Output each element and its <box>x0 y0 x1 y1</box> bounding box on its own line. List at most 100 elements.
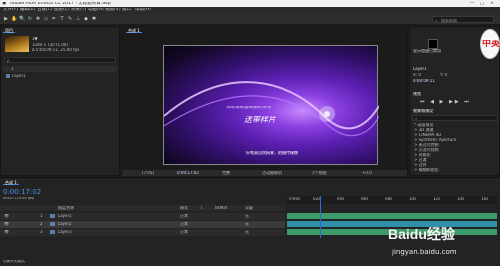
tab-project[interactable]: 项目 <box>3 27 15 33</box>
layer-parent[interactable]: 无 <box>245 214 249 218</box>
ruler-tick: 08s <box>385 197 393 201</box>
help-search-placeholder: 搜索帮助 <box>441 18 457 23</box>
viewer-timecode[interactable]: 0:00:17:02 <box>177 171 199 175</box>
tab-composition[interactable]: 合成 1 <box>126 27 142 33</box>
rotate-tool-icon[interactable]: ↻ <box>27 16 33 22</box>
table-row[interactable]: 👁 2 Layer2 正常 无 <box>0 221 285 228</box>
close-button[interactable]: ✕ <box>490 2 494 7</box>
effects-item[interactable]: > 3D 通道 <box>414 128 434 132</box>
pan-tool-icon[interactable]: ✥ <box>35 16 41 22</box>
col-mode: 模式 <box>180 206 188 210</box>
info-x: X: 0 <box>413 73 421 77</box>
visibility-icon[interactable]: 👁 <box>4 230 9 234</box>
shape-tool-icon[interactable]: ▭ <box>43 16 49 22</box>
zoom-level[interactable]: (75%) <box>142 171 154 175</box>
layer-mode[interactable]: 正常 <box>180 230 188 234</box>
exposure-value[interactable]: +0.0 <box>362 171 372 175</box>
overlay-line-2: 送审样片 <box>244 116 276 124</box>
help-search-field[interactable]: ⌕ 搜索帮助 <box>432 16 494 23</box>
effects-presets-header[interactable]: 效果和预设 <box>413 109 433 113</box>
project-thumbnail <box>5 36 29 52</box>
menu-window[interactable]: 窗口 <box>122 8 131 13</box>
views-select[interactable]: 1个视图 <box>312 171 327 175</box>
menu-anim[interactable]: 动画(A) <box>88 8 104 13</box>
menu-effect[interactable]: 效果(T) <box>71 8 86 13</box>
effects-item[interactable]: > 过渡 <box>414 158 427 162</box>
table-row[interactable]: 👁 3 Layer3 正常 无 <box>0 229 285 236</box>
project-row-label: 1 <box>11 67 14 71</box>
layer-mode[interactable]: 正常 <box>180 222 188 226</box>
layer-parent[interactable]: 无 <box>245 222 249 226</box>
timeline-current-time[interactable]: 0:00:17:02 <box>3 189 41 196</box>
effects-item[interactable]: > 过时 <box>414 163 427 167</box>
layer-icon <box>6 74 10 78</box>
puppet-tool-icon[interactable]: ✱ <box>91 16 97 22</box>
visibility-icon[interactable]: 👁 <box>4 222 9 226</box>
app-icon: ▣ <box>2 1 7 6</box>
layer-name[interactable]: Layer1 <box>58 214 72 218</box>
search-icon: ⌕ <box>415 116 418 121</box>
search-icon: ⌕ <box>435 18 438 23</box>
tools-bar: ▶ ✋ 🔍 ↻ ✥ ▭ ✒ T ✎ ⊥ ◆ ✱ ⌕ 搜索帮助 <box>0 14 500 25</box>
project-item-size: 1280 x 720 (1.00) <box>32 43 69 47</box>
resolution-select[interactable]: 完整 <box>222 171 230 175</box>
layer-mode[interactable]: 正常 <box>180 214 188 218</box>
layer-name[interactable]: Layer3 <box>58 230 72 234</box>
col-trkmat: TrkMat <box>214 206 228 210</box>
timeline-frame-count: 00427 (25.00 fps) <box>3 197 35 200</box>
camera-select[interactable]: 活动摄像机 <box>262 171 282 175</box>
ruler-tick: 06s <box>361 197 369 201</box>
playback-controls[interactable]: ⏮ ◀ ▶ ▶▶ ⏭ <box>420 99 480 105</box>
effects-item[interactable]: > 表达式控制 <box>414 143 439 147</box>
effects-item[interactable]: > 沉浸式视频 <box>414 148 439 152</box>
ime-toolbar-logo: 中英 <box>480 29 500 59</box>
stamp-tool-icon[interactable]: ⊥ <box>75 16 81 22</box>
composition-viewer: 合成 1 风吹来那些美丽的诗句 送审样片 好哦莫自然搞来，拍摄传模糊 (75%)… <box>121 26 408 176</box>
menu-help[interactable]: 帮助(H) <box>135 8 151 13</box>
info-y: Y: 0 <box>440 73 448 77</box>
playhead[interactable] <box>320 196 321 238</box>
menu-view[interactable]: 视图(V) <box>105 8 121 13</box>
tab-timeline[interactable]: 合成 1 <box>3 179 19 185</box>
project-item-duration: Δ 0:00:09:11, 25.00 fps <box>32 48 80 52</box>
timeline-column-header: 图层名称 模式 T TrkMat 父级 <box>0 205 285 211</box>
layer-name[interactable]: Layer2 <box>58 222 72 226</box>
effects-item[interactable]: * 动画预设 <box>414 123 433 127</box>
menu-bar: 文件(F) 编辑(E) 合成(C) 图层(L) 效果(T) 动画(A) 视图(V… <box>0 7 500 14</box>
effects-item[interactable]: > Synthetic Aperture <box>414 138 456 142</box>
layer-icon <box>50 214 55 218</box>
menu-layer[interactable]: 图层(L) <box>54 8 69 13</box>
layer-parent[interactable]: 无 <box>245 230 249 234</box>
zoom-tool-icon[interactable]: 🔍 <box>19 16 25 22</box>
brush-tool-icon[interactable]: ✎ <box>67 16 73 22</box>
list-item[interactable]: 1 <box>3 66 117 72</box>
type-tool-icon[interactable]: T <box>59 16 65 22</box>
project-search-input[interactable]: ρ <box>4 57 116 63</box>
effects-item[interactable]: > 风格化 <box>414 153 431 157</box>
ruler-tick: 12s <box>433 197 441 201</box>
eraser-tool-icon[interactable]: ◆ <box>83 16 89 22</box>
layer-label: Layer1 <box>413 67 427 71</box>
list-item[interactable]: Layer1 <box>3 73 117 79</box>
col-parent: 父级 <box>245 206 253 210</box>
watermark-brand: Baidu经验 <box>388 227 455 241</box>
maximize-button[interactable]: □ <box>480 2 484 7</box>
minimize-button[interactable]: — <box>470 2 475 7</box>
preview-header[interactable]: 预览 <box>413 92 421 96</box>
selection-tool-icon[interactable]: ▶ <box>3 16 9 22</box>
toggle-switches-modes[interactable]: 切换开关/模式 <box>3 260 25 264</box>
table-row[interactable]: 👁 1 Layer1 正常 无 <box>0 213 285 220</box>
layer-number: 1 <box>40 214 43 218</box>
menu-comp[interactable]: 合成(C) <box>37 8 53 13</box>
hand-tool-icon[interactable]: ✋ <box>11 16 17 22</box>
visibility-icon[interactable]: 👁 <box>4 214 9 218</box>
layer-track-bar[interactable] <box>287 213 497 219</box>
pen-tool-icon[interactable]: ✒ <box>51 16 57 22</box>
comp-frame[interactable]: 风吹来那些美丽的诗句 送审样片 好哦莫自然搞来，拍摄传模糊 <box>163 45 379 165</box>
menu-edit[interactable]: 编辑(E) <box>20 8 35 13</box>
effects-search-input[interactable]: ⌕ <box>412 115 498 121</box>
menu-file[interactable]: 文件(F) <box>3 8 18 13</box>
time-ruler[interactable]: 0:00s 02s 04s 06s 08s 10s 12s 14s 16s <box>287 196 497 204</box>
effects-item[interactable]: > 模糊和锐化 <box>414 168 439 172</box>
effects-item[interactable]: > CINEMA 4D <box>414 133 441 137</box>
